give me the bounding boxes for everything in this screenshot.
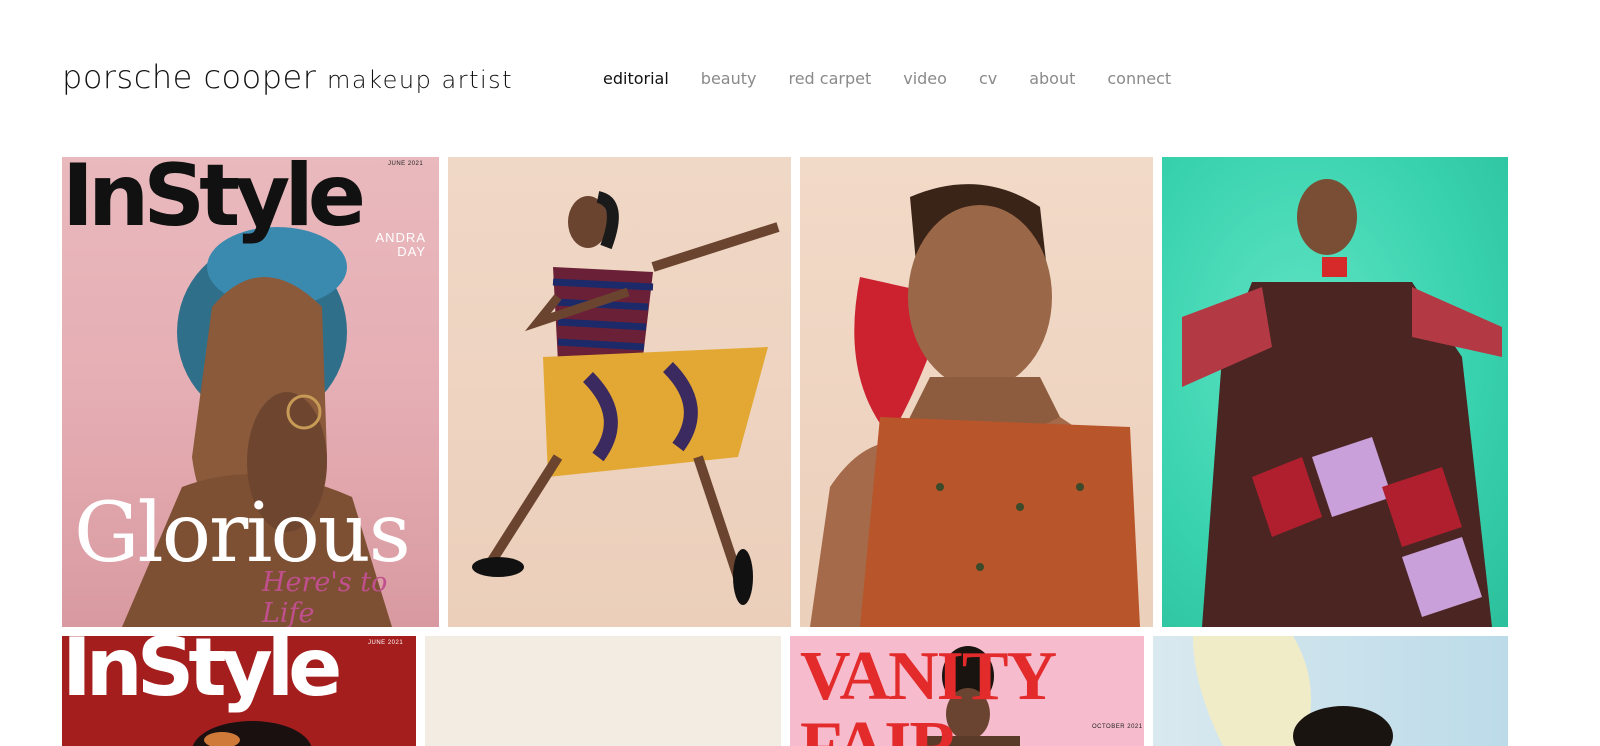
magazine-masthead: VANITY FAIR xyxy=(800,638,1055,746)
gallery-tile-leather-coat[interactable] xyxy=(1162,157,1508,627)
dancing-figure-image xyxy=(472,191,780,605)
nav-item-about[interactable]: about xyxy=(1029,69,1075,88)
gallery-tile-red-headwrap[interactable] xyxy=(800,157,1153,627)
gallery-tile-cream[interactable] xyxy=(425,636,781,746)
sky-portrait-image xyxy=(1193,636,1393,746)
issue-date: JUNE 2021 xyxy=(388,161,424,167)
cover-name-last: DAY xyxy=(397,244,426,260)
site-logo[interactable]: porsche cooper makeup artist xyxy=(62,58,513,96)
gallery-tile-instyle-cover[interactable]: InStyle JUNE 2021 ANDRA DAY Glorious Her… xyxy=(62,157,439,627)
main-nav: editorial beauty red carpet video cv abo… xyxy=(603,69,1203,88)
gallery-tile-dancing-pose[interactable] xyxy=(448,157,791,627)
nav-item-cv[interactable]: cv xyxy=(979,69,997,88)
gallery-tile-instyle-cover-2[interactable]: InStyle JUNE 2021 xyxy=(62,636,416,746)
issue-date: OCTOBER 2021 xyxy=(1092,724,1143,730)
nav-item-red-carpet[interactable]: red carpet xyxy=(788,69,871,88)
nav-item-editorial[interactable]: editorial xyxy=(603,69,669,88)
magazine-masthead: InStyle xyxy=(62,157,366,246)
cover-portrait-image xyxy=(192,721,312,746)
nav-item-connect[interactable]: connect xyxy=(1107,69,1171,88)
cover-name: ANDRA DAY xyxy=(362,230,426,260)
site-header: porsche cooper makeup artist editorial b… xyxy=(62,58,1502,98)
nav-item-beauty[interactable]: beauty xyxy=(701,69,757,88)
gallery-tile-vanity-fair-cover[interactable]: VANITY FAIR OCTOBER 2021 xyxy=(790,636,1144,746)
logo-main-text: porsche cooper xyxy=(62,58,317,96)
cover-headline: Glorious xyxy=(74,486,411,581)
gallery-tile-sky-portrait[interactable] xyxy=(1153,636,1508,746)
leather-coat-image xyxy=(1182,179,1502,627)
nav-item-video[interactable]: video xyxy=(903,69,947,88)
cover-tagline: Here's to Life xyxy=(262,567,388,627)
red-headwrap-image xyxy=(810,184,1140,627)
logo-sub-text: makeup artist xyxy=(327,66,514,94)
cover-name-first: ANDRA xyxy=(375,230,426,245)
